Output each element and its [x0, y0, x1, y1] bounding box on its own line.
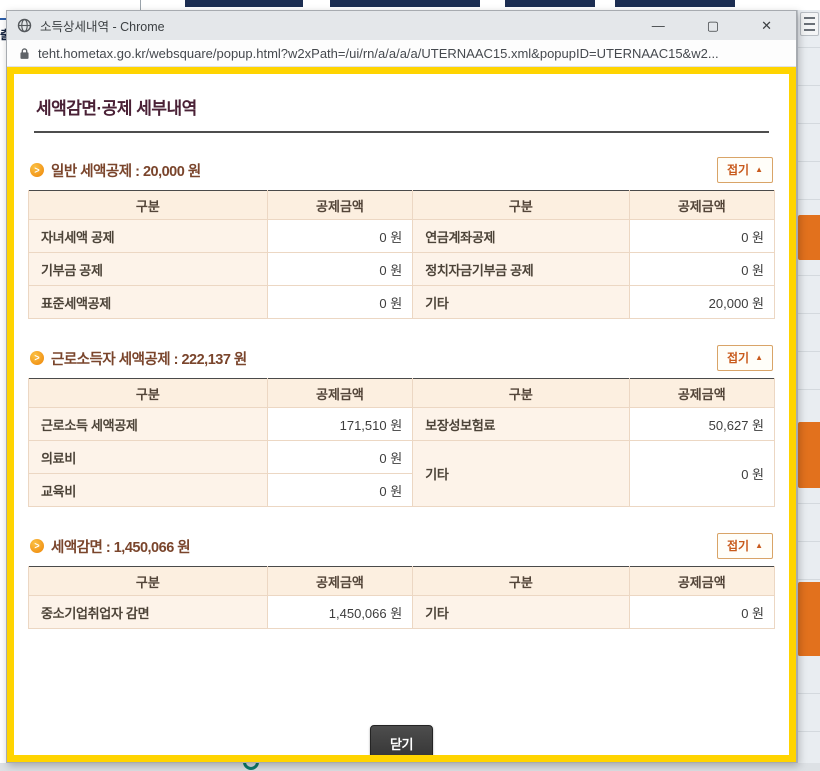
table-row: 의료비 0 원 기타 0 원 — [29, 441, 775, 474]
column-header: 구분 — [29, 567, 268, 596]
column-header: 공제금액 — [267, 379, 412, 408]
close-dialog-button[interactable]: 닫기 — [370, 725, 433, 762]
collapse-button[interactable]: 접기 ▲ — [717, 345, 773, 371]
collapse-button[interactable]: 접기 ▲ — [717, 157, 773, 183]
background-orange-button — [798, 215, 820, 260]
section-bullet-icon: > — [30, 163, 44, 177]
table-row: 표준세액공제 0 원 기타 20,000 원 — [29, 286, 775, 319]
table-row: 중소기업취업자 감면 1,450,066 원 기타 0 원 — [29, 596, 775, 629]
title-divider — [34, 131, 769, 133]
table-row: 자녀세액 공제 0 원 연금계좌공제 0 원 — [29, 220, 775, 253]
background-orange-button — [798, 582, 820, 656]
yellow-highlight-frame: 세액감면·공제 세부내역 > 일반 세액공제 : 20,000 원 접기 ▲ — [7, 67, 796, 762]
window-title-bar[interactable]: 소득상세내역 - Chrome — ▢ ✕ — [7, 11, 796, 40]
row-label: 기타 — [413, 596, 629, 629]
section-tax-reduction: > 세액감면 : 1,450,066 원 접기 ▲ 구분 공제금액 — [28, 533, 775, 629]
row-amount: 0 원 — [267, 441, 412, 474]
row-label: 연금계좌공제 — [413, 220, 629, 253]
row-label: 기타 — [413, 286, 629, 319]
row-amount: 0 원 — [629, 441, 774, 507]
row-amount: 0 원 — [267, 286, 412, 319]
section-earned-income-tax-credit: > 근로소득자 세액공제 : 222,137 원 접기 ▲ 구분 공제금액 — [28, 345, 775, 507]
collapse-label: 접기 — [727, 161, 749, 178]
triangle-up-icon: ▲ — [755, 165, 763, 174]
column-header: 공제금액 — [629, 379, 774, 408]
page-title: 세액감면·공제 세부내역 — [36, 94, 767, 119]
collapse-label: 접기 — [727, 537, 749, 554]
row-label: 근로소득 세액공제 — [29, 408, 268, 441]
clipped-text-fragment — [330, 0, 480, 7]
deduction-table: 구분 공제금액 구분 공제금액 중소기업취업자 감면 1,450,066 원 기… — [28, 566, 775, 629]
screen: 출 소득상세내역 - Chrome — ▢ ✕ — [0, 0, 820, 771]
row-amount: 0 원 — [629, 253, 774, 286]
section-bullet-icon: > — [30, 351, 44, 365]
row-label: 의료비 — [29, 441, 268, 474]
popup-content: 세액감면·공제 세부내역 > 일반 세액공제 : 20,000 원 접기 ▲ — [14, 74, 789, 762]
row-amount: 0 원 — [267, 253, 412, 286]
row-amount: 0 원 — [267, 474, 412, 507]
background-orange-button — [798, 422, 820, 488]
column-header: 구분 — [29, 191, 268, 220]
clipped-text-fragment — [505, 0, 595, 7]
row-label: 자녀세액 공제 — [29, 220, 268, 253]
close-window-button[interactable]: ✕ — [761, 11, 772, 40]
clipped-text-fragment — [185, 0, 303, 7]
background-page-top-sliver — [0, 0, 820, 10]
row-label: 교육비 — [29, 474, 268, 507]
minimize-button[interactable]: — — [652, 11, 665, 40]
row-amount: 50,627 원 — [629, 408, 774, 441]
url-text: teht.hometax.go.kr/websquare/popup.html?… — [38, 46, 719, 61]
section-title: 세액감면 : 1,450,066 원 — [51, 536, 190, 557]
table-row: 근로소득 세액공제 171,510 원 보장성보험료 50,627 원 — [29, 408, 775, 441]
row-amount: 0 원 — [629, 220, 774, 253]
row-label: 기타 — [413, 441, 629, 507]
section-title: 근로소득자 세액공제 : 222,137 원 — [51, 348, 247, 369]
deduction-table: 구분 공제금액 구분 공제금액 자녀세액 공제 0 원 연금계좌공제 0 원 — [28, 190, 775, 319]
row-amount: 0 원 — [267, 220, 412, 253]
column-header: 구분 — [413, 567, 629, 596]
column-header: 구분 — [413, 191, 629, 220]
background-teal-arc-icon — [243, 763, 259, 770]
background-menu-icon — [800, 12, 819, 36]
clipped-text-fragment — [615, 0, 735, 7]
row-label: 정치자금기부금 공제 — [413, 253, 629, 286]
row-label: 표준세액공제 — [29, 286, 268, 319]
collapse-button[interactable]: 접기 ▲ — [717, 533, 773, 559]
background-page-bottom-sliver — [0, 763, 820, 771]
row-amount: 0 원 — [629, 596, 774, 629]
column-header: 공제금액 — [629, 191, 774, 220]
triangle-up-icon: ▲ — [755, 541, 763, 550]
column-header: 공제금액 — [629, 567, 774, 596]
lock-icon — [19, 47, 30, 60]
column-header: 공제금액 — [267, 191, 412, 220]
background-divider — [140, 0, 141, 10]
section-bullet-icon: > — [30, 539, 44, 553]
column-header: 구분 — [413, 379, 629, 408]
window-title: 소득상세내역 - Chrome — [40, 16, 652, 35]
row-amount: 171,510 원 — [267, 408, 412, 441]
deduction-table: 구분 공제금액 구분 공제금액 근로소득 세액공제 171,510 원 보장성보… — [28, 378, 775, 507]
chrome-popup-window: 소득상세내역 - Chrome — ▢ ✕ teht.hometax.go.kr… — [6, 10, 797, 763]
column-header: 구분 — [29, 379, 268, 408]
row-label: 보장성보험료 — [413, 408, 629, 441]
section-general-tax-credit: > 일반 세액공제 : 20,000 원 접기 ▲ 구분 공제금액 — [28, 157, 775, 319]
maximize-button[interactable]: ▢ — [707, 11, 719, 40]
triangle-up-icon: ▲ — [755, 353, 763, 362]
row-amount: 20,000 원 — [629, 286, 774, 319]
background-page-right-sliver — [797, 10, 820, 763]
collapse-label: 접기 — [727, 349, 749, 366]
row-amount: 1,450,066 원 — [267, 596, 412, 629]
url-bar[interactable]: teht.hometax.go.kr/websquare/popup.html?… — [7, 40, 796, 67]
row-label: 기부금 공제 — [29, 253, 268, 286]
section-title: 일반 세액공제 : 20,000 원 — [51, 160, 201, 181]
row-label: 중소기업취업자 감면 — [29, 596, 268, 629]
table-row: 기부금 공제 0 원 정치자금기부금 공제 0 원 — [29, 253, 775, 286]
globe-icon — [17, 18, 32, 33]
column-header: 공제금액 — [267, 567, 412, 596]
